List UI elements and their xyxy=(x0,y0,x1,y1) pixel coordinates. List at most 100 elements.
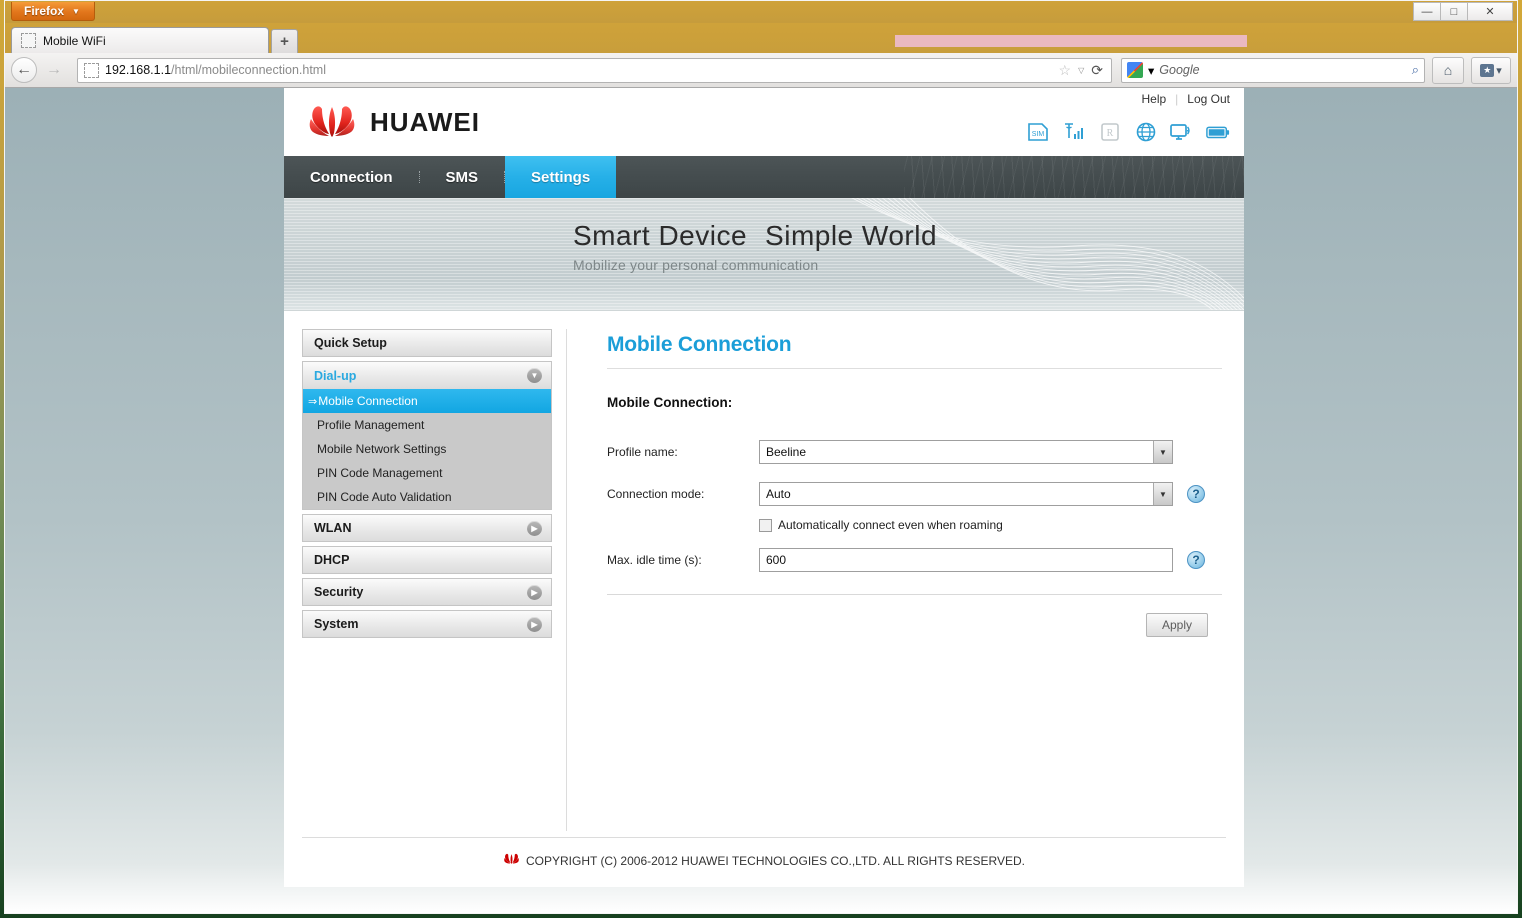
svg-text:R: R xyxy=(1107,128,1114,139)
chevron-down-icon[interactable]: ▽ xyxy=(1078,66,1084,75)
chevron-down-icon[interactable]: ▼ xyxy=(1153,483,1172,505)
back-arrow-icon: ← xyxy=(16,61,32,78)
form-actions: Apply xyxy=(607,613,1222,637)
sidebar-item-label: PIN Code Auto Validation xyxy=(317,490,452,504)
maximize-button[interactable]: □ xyxy=(1440,2,1468,21)
browser-toolbar: ← → 192.168.1.1/html/mobileconnection.ht… xyxy=(5,53,1517,88)
link-divider: | xyxy=(1175,92,1179,106)
roaming-checkbox[interactable] xyxy=(759,518,772,532)
huawei-logo: HUAWEI xyxy=(306,103,480,141)
new-tab-button[interactable]: + xyxy=(271,29,298,53)
chevron-down-icon[interactable]: ▾ xyxy=(1148,63,1154,78)
forward-button[interactable]: → xyxy=(41,57,67,83)
roaming-icon: R xyxy=(1098,120,1122,144)
form-row-connection-mode: Connection mode: Auto ▼ ? xyxy=(607,482,1222,506)
banner-headline-left: Smart Device xyxy=(573,220,748,251)
connection-mode-value: Auto xyxy=(766,487,791,501)
form-row-roaming-checkbox: Automatically connect even when roaming xyxy=(759,518,1222,532)
home-icon: ⌂ xyxy=(1443,62,1453,78)
profile-name-value: Beeline xyxy=(766,445,807,459)
apply-button[interactable]: Apply xyxy=(1146,613,1208,637)
sidebar-item-quick-setup[interactable]: Quick Setup xyxy=(302,329,552,357)
footer-copyright: COPYRIGHT (C) 2006-2012 HUAWEI TECHNOLOG… xyxy=(284,852,1244,869)
copyright-text: COPYRIGHT (C) 2006-2012 HUAWEI TECHNOLOG… xyxy=(525,853,1026,868)
huawei-wordmark: HUAWEI xyxy=(370,106,480,137)
marketing-banner: Smart Device Simple World Mobilize your p… xyxy=(284,198,1244,311)
bookmark-star-icon[interactable]: ☆ xyxy=(1059,62,1072,79)
banner-headline-right: Simple World xyxy=(765,220,938,251)
sidebar-item-system[interactable]: System ▶ xyxy=(302,610,552,638)
title-underline xyxy=(607,368,1222,369)
roaming-checkbox-label: Automatically connect even when roaming xyxy=(778,518,1003,532)
url-host: 192.168.1.1 xyxy=(105,63,172,77)
site-footer: COPYRIGHT (C) 2006-2012 HUAWEI TECHNOLOG… xyxy=(284,831,1244,887)
bookmarks-button[interactable]: ★ ▾ xyxy=(1471,56,1511,84)
address-bar[interactable]: 192.168.1.1/html/mobileconnection.html ☆… xyxy=(77,57,1112,83)
home-button[interactable]: ⌂ xyxy=(1432,56,1464,84)
chevron-down-icon: ▼ xyxy=(72,6,80,16)
render-artifact-band xyxy=(895,35,1247,47)
sidebar-item-mobile-connection[interactable]: ⇒ Mobile Connection xyxy=(303,389,551,413)
help-icon[interactable]: ? xyxy=(1187,551,1205,569)
sidebar-item-dhcp[interactable]: DHCP xyxy=(302,546,552,574)
reload-icon[interactable]: ⟳ xyxy=(1091,62,1103,79)
arrow-right-icon: ⇒ xyxy=(308,395,318,408)
chevron-down-icon[interactable]: ▼ xyxy=(1153,441,1172,463)
idle-time-label: Max. idle time (s): xyxy=(607,553,702,567)
chevron-right-icon: ▶ xyxy=(527,616,542,632)
banner-subline: Mobilize your personal communication xyxy=(573,257,819,273)
browser-tab-mobile-wifi[interactable]: Mobile WiFi xyxy=(11,27,269,53)
sidebar-item-label: Dial-up xyxy=(314,368,357,383)
help-icon[interactable]: ? xyxy=(1187,485,1205,503)
form-row-idle-time: Max. idle time (s): 600 ? xyxy=(607,548,1222,572)
nav-tab-settings[interactable]: Settings xyxy=(505,156,617,198)
apply-button-label: Apply xyxy=(1161,618,1193,632)
search-icon[interactable]: ⌕ xyxy=(1412,62,1419,78)
internet-globe-icon xyxy=(1134,120,1158,144)
site-identity-icon[interactable] xyxy=(84,62,99,78)
sidebar-item-dial-up[interactable]: Dial-up ▼ xyxy=(302,361,552,389)
section-title: Mobile Connection: xyxy=(607,395,733,410)
url-text: 192.168.1.1/html/mobileconnection.html xyxy=(105,63,1053,77)
chevron-right-icon: ▶ xyxy=(527,520,542,536)
sidebar-item-pin-code-management[interactable]: PIN Code Management xyxy=(303,461,551,485)
chevron-down-icon: ▼ xyxy=(527,368,542,383)
sidebar-item-pin-code-auto-validation[interactable]: PIN Code Auto Validation xyxy=(303,485,551,509)
nav-tab-label: Settings xyxy=(531,168,591,186)
idle-time-input[interactable]: 600 xyxy=(759,548,1173,572)
huawei-flower-icon xyxy=(309,106,355,137)
firefox-app-menu-button[interactable]: Firefox ▼ xyxy=(11,2,95,21)
sidebar-item-label: PIN Code Management xyxy=(317,466,443,480)
banner-text: Smart Device Simple World Mobilize your p… xyxy=(573,220,937,273)
page-viewport: HUAWEI Help | Log Out SIM R Connection S… xyxy=(5,88,1517,913)
minimize-button[interactable]: — xyxy=(1413,2,1441,21)
sidebar-item-security[interactable]: Security ▶ xyxy=(302,578,552,606)
main-content: Mobile Connection Mobile Connection: Pro… xyxy=(567,325,1244,831)
connection-mode-select[interactable]: Auto ▼ xyxy=(759,482,1173,506)
nav-tab-connection[interactable]: Connection xyxy=(284,156,419,198)
sidebar-item-label: Mobile Connection xyxy=(318,394,418,408)
sidebar-item-profile-management[interactable]: Profile Management xyxy=(303,413,551,437)
help-link[interactable]: Help xyxy=(1141,92,1166,106)
sidebar-submenu-dial-up: ⇒ Mobile Connection Profile Management M… xyxy=(302,389,552,510)
google-logo-icon xyxy=(1127,62,1143,78)
logout-link[interactable]: Log Out xyxy=(1187,92,1230,106)
sidebar-item-label: Mobile Network Settings xyxy=(317,442,447,456)
search-input[interactable]: Google xyxy=(1159,63,1406,77)
tab-favicon-icon xyxy=(21,33,36,48)
sim-card-icon: SIM xyxy=(1026,120,1050,144)
page-body: Quick Setup Dial-up ▼ ⇒ Mobile Connectio… xyxy=(284,311,1244,831)
profile-name-select[interactable]: Beeline ▼ xyxy=(759,440,1173,464)
firefox-app-menu-label: Firefox xyxy=(24,3,65,18)
browser-window: Firefox ▼ — □ ✕ Mobile WiFi + ← → 192.16… xyxy=(4,0,1518,914)
site-header: HUAWEI Help | Log Out SIM R xyxy=(284,88,1244,156)
sidebar-item-mobile-network-settings[interactable]: Mobile Network Settings xyxy=(303,437,551,461)
sidebar-menu: Quick Setup Dial-up ▼ ⇒ Mobile Connectio… xyxy=(284,325,552,831)
nav-tab-sms[interactable]: SMS xyxy=(420,156,505,198)
maximize-icon: □ xyxy=(1450,5,1458,18)
footer-divider xyxy=(302,837,1226,838)
back-button[interactable]: ← xyxy=(11,57,37,83)
sidebar-item-wlan[interactable]: WLAN ▶ xyxy=(302,514,552,542)
search-bar[interactable]: ▾ Google ⌕ xyxy=(1121,57,1425,83)
close-button[interactable]: ✕ xyxy=(1467,2,1513,21)
